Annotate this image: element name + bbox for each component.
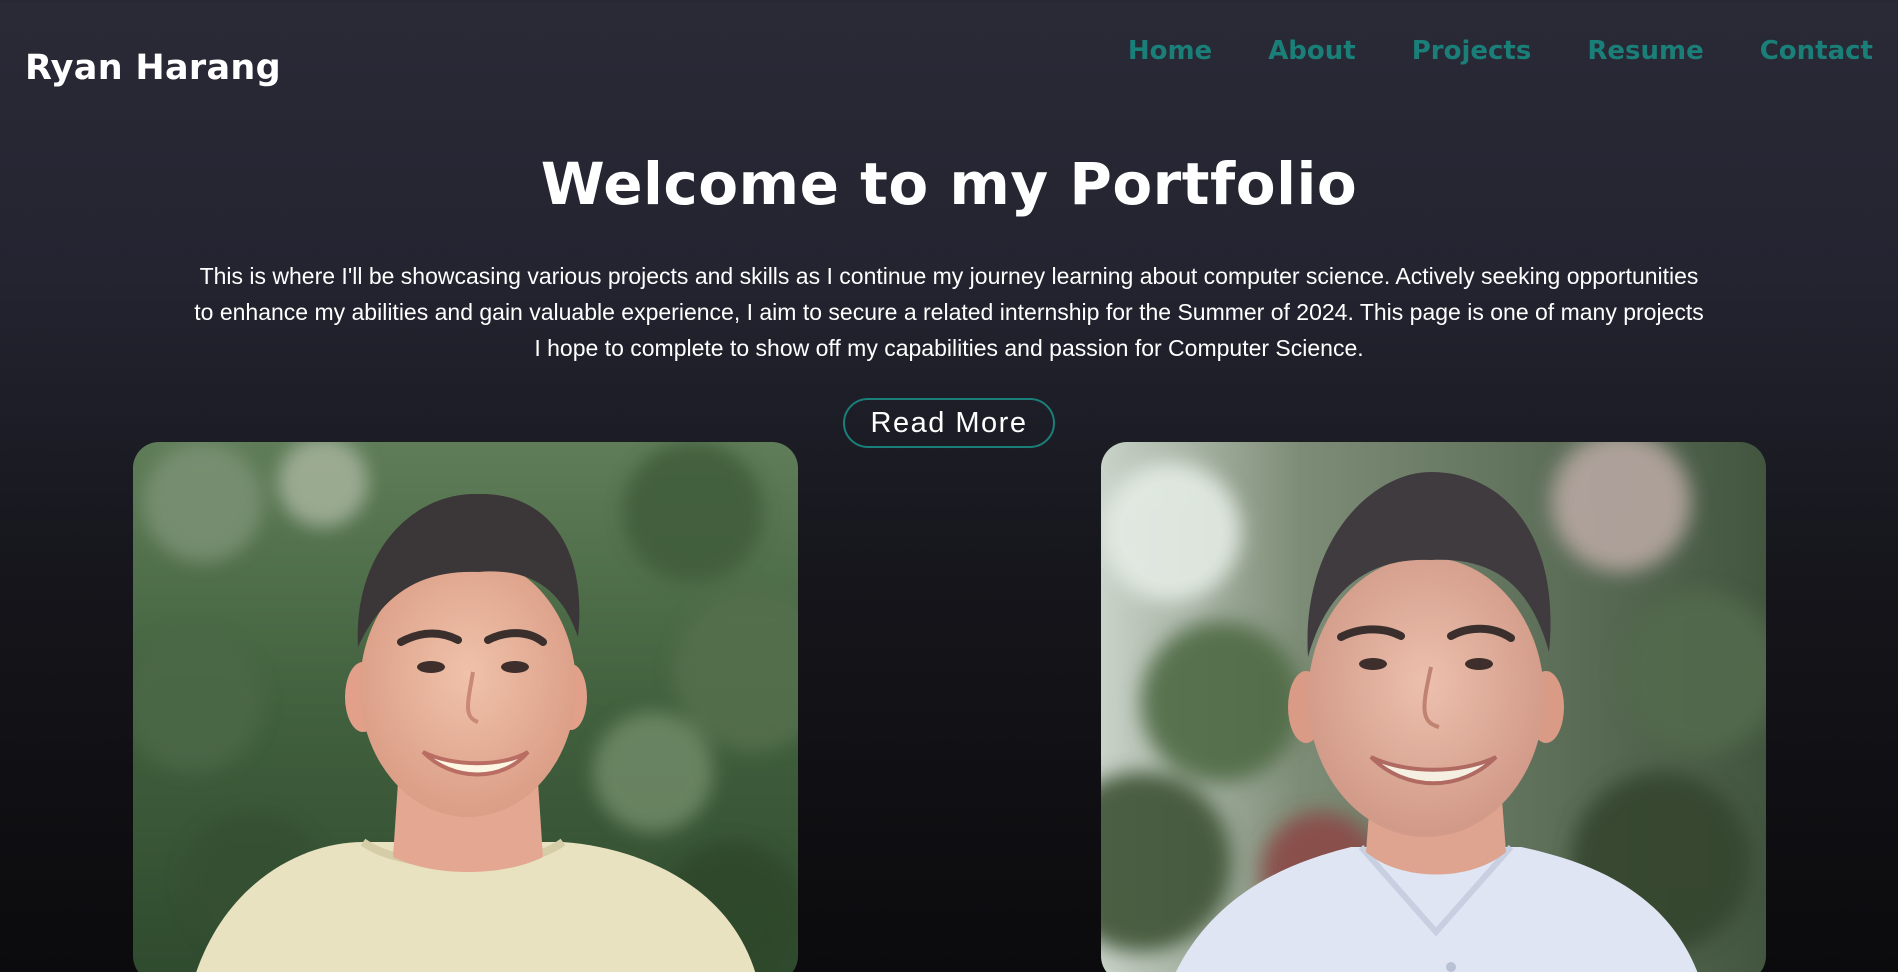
intro-paragraph: This is where I'll be showcasing various… <box>194 263 1704 361</box>
portrait-photo-casual <box>133 442 798 972</box>
portrait-casual-image <box>133 442 798 972</box>
nav-about-link[interactable]: About <box>1268 36 1356 66</box>
hero-title: Welcome to my Portfolio <box>540 150 1358 218</box>
brand-name[interactable]: Ryan Harang <box>25 48 281 88</box>
read-more-button[interactable]: Read More <box>843 398 1055 448</box>
nav-contact-link[interactable]: Contact <box>1760 36 1873 66</box>
nav-resume-link[interactable]: Resume <box>1587 36 1703 66</box>
main-nav: Home About Projects Resume Contact <box>1128 36 1873 66</box>
site-header: Ryan Harang Home About Projects Resume C… <box>0 0 1898 120</box>
nav-home-link[interactable]: Home <box>1128 36 1212 66</box>
portrait-formal-image <box>1101 442 1766 972</box>
portrait-photo-formal <box>1101 442 1766 972</box>
nav-projects-link[interactable]: Projects <box>1412 36 1532 66</box>
